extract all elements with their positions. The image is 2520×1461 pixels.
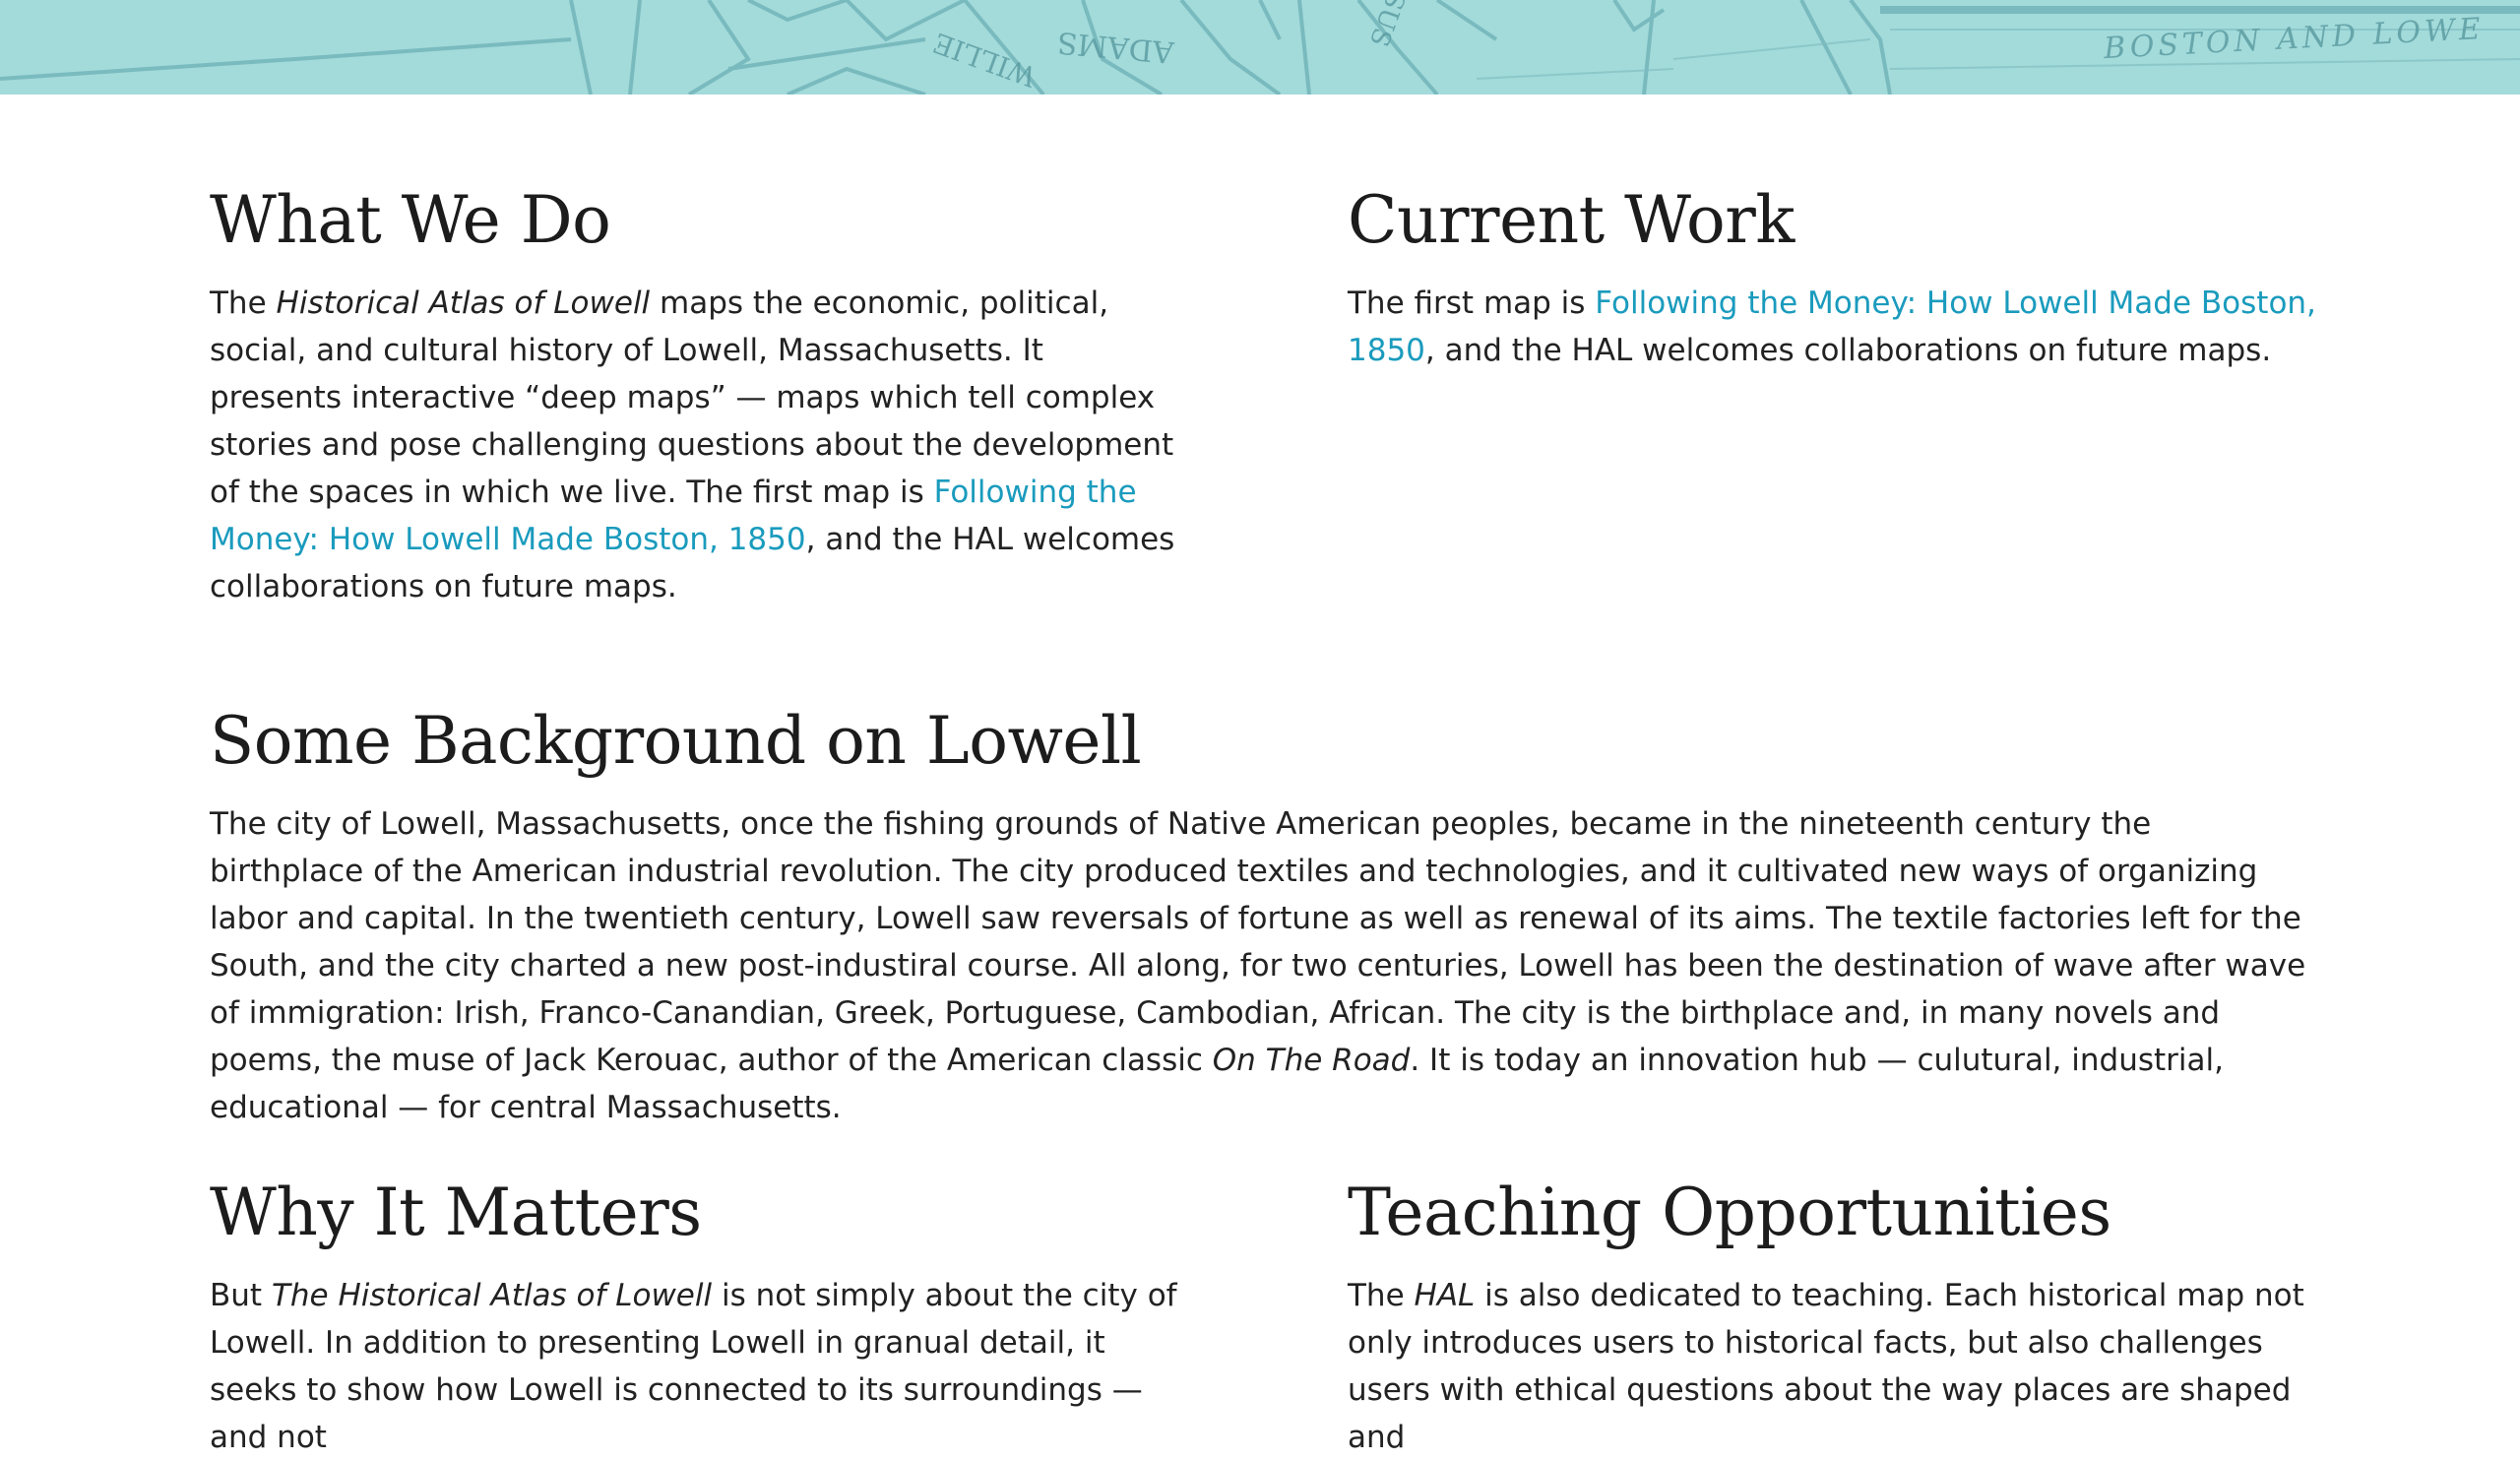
section-background: Some Background on Lowell The city of Lo… xyxy=(210,702,2311,1131)
section-current-work: Current Work The first map is Following … xyxy=(1348,181,2317,374)
italic-title: Historical Atlas of Lowell xyxy=(276,286,651,321)
text-fragment: is also dedicated to teaching. Each hist… xyxy=(1348,1278,2304,1455)
text-fragment: But xyxy=(210,1278,272,1313)
text-fragment: The xyxy=(1348,1278,1415,1313)
text-fragment: The city of Lowell, Massachusetts, once … xyxy=(210,806,2306,1078)
section-why-it-matters: Why It Matters But The Historical Atlas … xyxy=(210,1174,1184,1461)
paragraph-what-we-do: The Historical Atlas of Lowell maps the … xyxy=(210,280,1184,610)
heading-why-it-matters: Why It Matters xyxy=(210,1175,702,1250)
heading-what-we-do: What We Do xyxy=(210,182,611,258)
italic-title: The Historical Atlas of Lowell xyxy=(271,1278,713,1313)
heading-teaching: Teaching Opportunities xyxy=(1348,1175,2111,1250)
paragraph-background: The city of Lowell, Massachusetts, once … xyxy=(210,800,2311,1131)
section-what-we-do: What We Do The Historical Atlas of Lowel… xyxy=(210,181,1184,610)
paragraph-current-work: The first map is Following the Money: Ho… xyxy=(1348,280,2317,374)
section-teaching: Teaching Opportunities The HAL is also d… xyxy=(1348,1174,2317,1461)
paragraph-why-it-matters: But The Historical Atlas of Lowell is no… xyxy=(210,1272,1184,1461)
text-fragment: The first map is xyxy=(1348,286,1596,321)
heading-current-work: Current Work xyxy=(1348,182,1795,258)
italic-title: On The Road xyxy=(1212,1043,1411,1078)
paragraph-teaching: The HAL is also dedicated to teaching. E… xyxy=(1348,1272,2317,1461)
header-map-banner: ADAMS WILLIE BOSTON AND LOWE SUS xyxy=(0,0,2520,95)
italic-title: HAL xyxy=(1414,1278,1476,1313)
text-fragment: , and the HAL welcomes collaborations on… xyxy=(1424,333,2272,368)
heading-background: Some Background on Lowell xyxy=(210,703,1142,779)
text-fragment: The xyxy=(210,286,277,321)
